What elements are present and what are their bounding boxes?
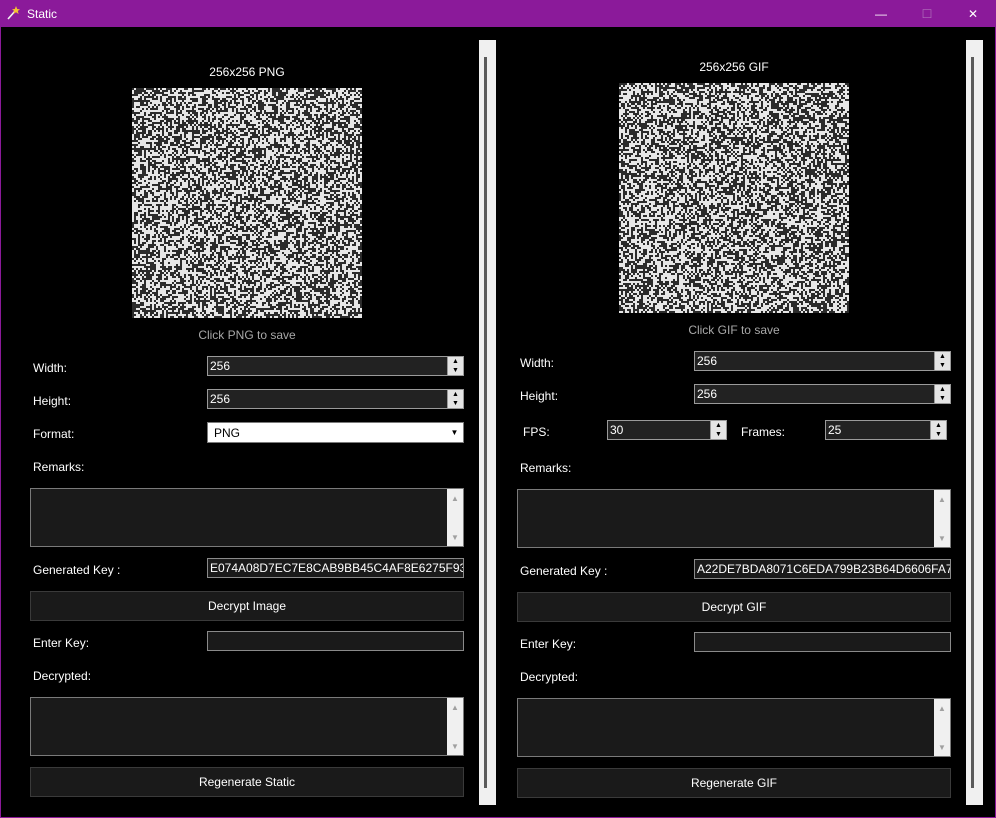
- maximize-button[interactable]: ☐: [904, 1, 950, 27]
- gif-width-label: Width:: [520, 356, 555, 370]
- arrow-down-icon[interactable]: ▼: [931, 430, 946, 439]
- arrow-up-icon[interactable]: ▲: [711, 421, 726, 430]
- gif-width-stepper[interactable]: 256 ▲ ▼: [694, 351, 951, 371]
- arrow-up-icon[interactable]: ▲: [931, 421, 946, 430]
- arrow-down-icon[interactable]: ▼: [448, 366, 463, 375]
- scroll-down-icon[interactable]: ▼: [447, 530, 463, 544]
- png-enter-key-label: Enter Key:: [33, 636, 90, 650]
- gif-save-hint: Click GIF to save: [688, 323, 780, 337]
- png-remarks-textarea[interactable]: ▲ ▼: [30, 488, 464, 547]
- png-generated-key-label: Generated Key :: [33, 563, 121, 577]
- window-title: Static: [27, 7, 58, 21]
- gif-height-value: 256: [697, 387, 718, 401]
- scrollbar[interactable]: ▲ ▼: [447, 698, 463, 755]
- png-format-label: Format:: [33, 427, 75, 441]
- maximize-icon: ☐: [921, 7, 933, 21]
- arrow-up-icon[interactable]: ▲: [448, 357, 463, 366]
- minimize-button[interactable]: —: [858, 1, 904, 27]
- decrypt-image-button[interactable]: Decrypt Image: [30, 591, 464, 621]
- stepper-arrows[interactable]: ▲ ▼: [710, 421, 726, 439]
- arrow-down-icon[interactable]: ▼: [711, 430, 726, 439]
- gif-panel-scrollbar[interactable]: [966, 40, 983, 805]
- png-format-value: PNG: [214, 426, 241, 440]
- gif-frames-label: Frames:: [741, 425, 786, 439]
- arrow-down-icon[interactable]: ▼: [448, 399, 463, 408]
- png-format-select[interactable]: PNG ▼: [207, 422, 464, 443]
- scrollbar[interactable]: ▲ ▼: [934, 699, 950, 756]
- png-remarks-label: Remarks:: [33, 460, 85, 474]
- scroll-up-icon[interactable]: ▲: [934, 492, 950, 506]
- scrollbar[interactable]: ▲ ▼: [934, 490, 950, 547]
- close-icon: ✕: [967, 7, 979, 21]
- gif-enter-key-label: Enter Key:: [520, 637, 577, 651]
- png-save-hint: Click PNG to save: [198, 328, 296, 342]
- gif-fps-label: FPS:: [523, 425, 550, 439]
- stepper-arrows[interactable]: ▲ ▼: [934, 352, 950, 370]
- scroll-down-icon[interactable]: ▼: [447, 739, 463, 753]
- stepper-arrows[interactable]: ▲ ▼: [934, 385, 950, 403]
- arrow-up-icon[interactable]: ▲: [935, 352, 950, 361]
- png-panel-scrollbar[interactable]: [479, 40, 496, 805]
- gif-fps-stepper[interactable]: 30 ▲ ▼: [607, 420, 727, 440]
- arrow-down-icon[interactable]: ▼: [935, 361, 950, 370]
- scroll-down-icon[interactable]: ▼: [934, 740, 950, 754]
- gif-width-value: 256: [697, 354, 718, 368]
- gif-fps-value: 30: [610, 423, 624, 437]
- gif-enter-key-input[interactable]: [694, 632, 951, 652]
- scrollbar-thumb[interactable]: [484, 57, 487, 788]
- gif-decrypted-textarea[interactable]: ▲ ▼: [517, 698, 951, 757]
- png-width-value: 256: [210, 359, 231, 373]
- arrow-up-icon[interactable]: ▲: [935, 385, 950, 394]
- png-height-label: Height:: [33, 394, 72, 408]
- scroll-down-icon[interactable]: ▼: [934, 531, 950, 545]
- arrow-up-icon[interactable]: ▲: [448, 390, 463, 399]
- gif-height-stepper[interactable]: 256 ▲ ▼: [694, 384, 951, 404]
- gif-static-image[interactable]: [619, 83, 849, 313]
- png-width-label: Width:: [33, 361, 68, 375]
- stepper-arrows[interactable]: ▲ ▼: [447, 390, 463, 408]
- regenerate-static-button[interactable]: Regenerate Static: [30, 767, 464, 797]
- gif-generated-key-label: Generated Key :: [520, 564, 608, 578]
- gif-generated-key-field[interactable]: A22DE7BDA8071C6EDA799B23B64D6606FA70684: [694, 559, 951, 579]
- gif-decrypted-label: Decrypted:: [520, 670, 579, 684]
- gif-frames-value: 25: [828, 423, 842, 437]
- close-button[interactable]: ✕: [950, 1, 996, 27]
- app-window: Static — ☐ ✕ 256x256 PNG Click PNG to sa…: [0, 0, 996, 818]
- png-width-stepper[interactable]: 256 ▲ ▼: [207, 356, 464, 376]
- gif-frames-stepper[interactable]: 25 ▲ ▼: [825, 420, 947, 440]
- png-static-image[interactable]: [132, 88, 362, 318]
- scroll-up-icon[interactable]: ▲: [447, 491, 463, 505]
- minimize-icon: —: [875, 7, 887, 21]
- png-height-value: 256: [210, 392, 231, 406]
- png-decrypted-textarea[interactable]: ▲ ▼: [30, 697, 464, 756]
- gif-heading: 256x256 GIF: [699, 60, 769, 74]
- png-decrypted-label: Decrypted:: [33, 669, 92, 683]
- stepper-arrows[interactable]: ▲ ▼: [447, 357, 463, 375]
- gif-generated-key-value: A22DE7BDA8071C6EDA799B23B64D6606FA70684: [697, 562, 951, 576]
- arrow-down-icon[interactable]: ▼: [935, 394, 950, 403]
- scroll-up-icon[interactable]: ▲: [934, 701, 950, 715]
- scrollbar-thumb[interactable]: [971, 57, 974, 788]
- wand-icon: [5, 5, 21, 21]
- scrollbar[interactable]: ▲ ▼: [447, 489, 463, 546]
- chevron-down-icon[interactable]: ▼: [446, 423, 463, 442]
- stepper-arrows[interactable]: ▲ ▼: [930, 421, 946, 439]
- gif-remarks-label: Remarks:: [520, 461, 572, 475]
- decrypt-gif-button[interactable]: Decrypt GIF: [517, 592, 951, 622]
- png-generated-key-value: E074A08D7EC7E8CAB9BB45C4AF8E6275F93C761D: [210, 561, 464, 575]
- png-enter-key-input[interactable]: [207, 631, 464, 651]
- scroll-up-icon[interactable]: ▲: [447, 700, 463, 714]
- png-heading: 256x256 PNG: [209, 65, 285, 79]
- regenerate-gif-button[interactable]: Regenerate GIF: [517, 768, 951, 798]
- png-height-stepper[interactable]: 256 ▲ ▼: [207, 389, 464, 409]
- gif-height-label: Height:: [520, 389, 559, 403]
- gif-remarks-textarea[interactable]: ▲ ▼: [517, 489, 951, 548]
- title-bar: Static — ☐ ✕: [1, 1, 995, 27]
- png-generated-key-field[interactable]: E074A08D7EC7E8CAB9BB45C4AF8E6275F93C761D: [207, 558, 464, 578]
